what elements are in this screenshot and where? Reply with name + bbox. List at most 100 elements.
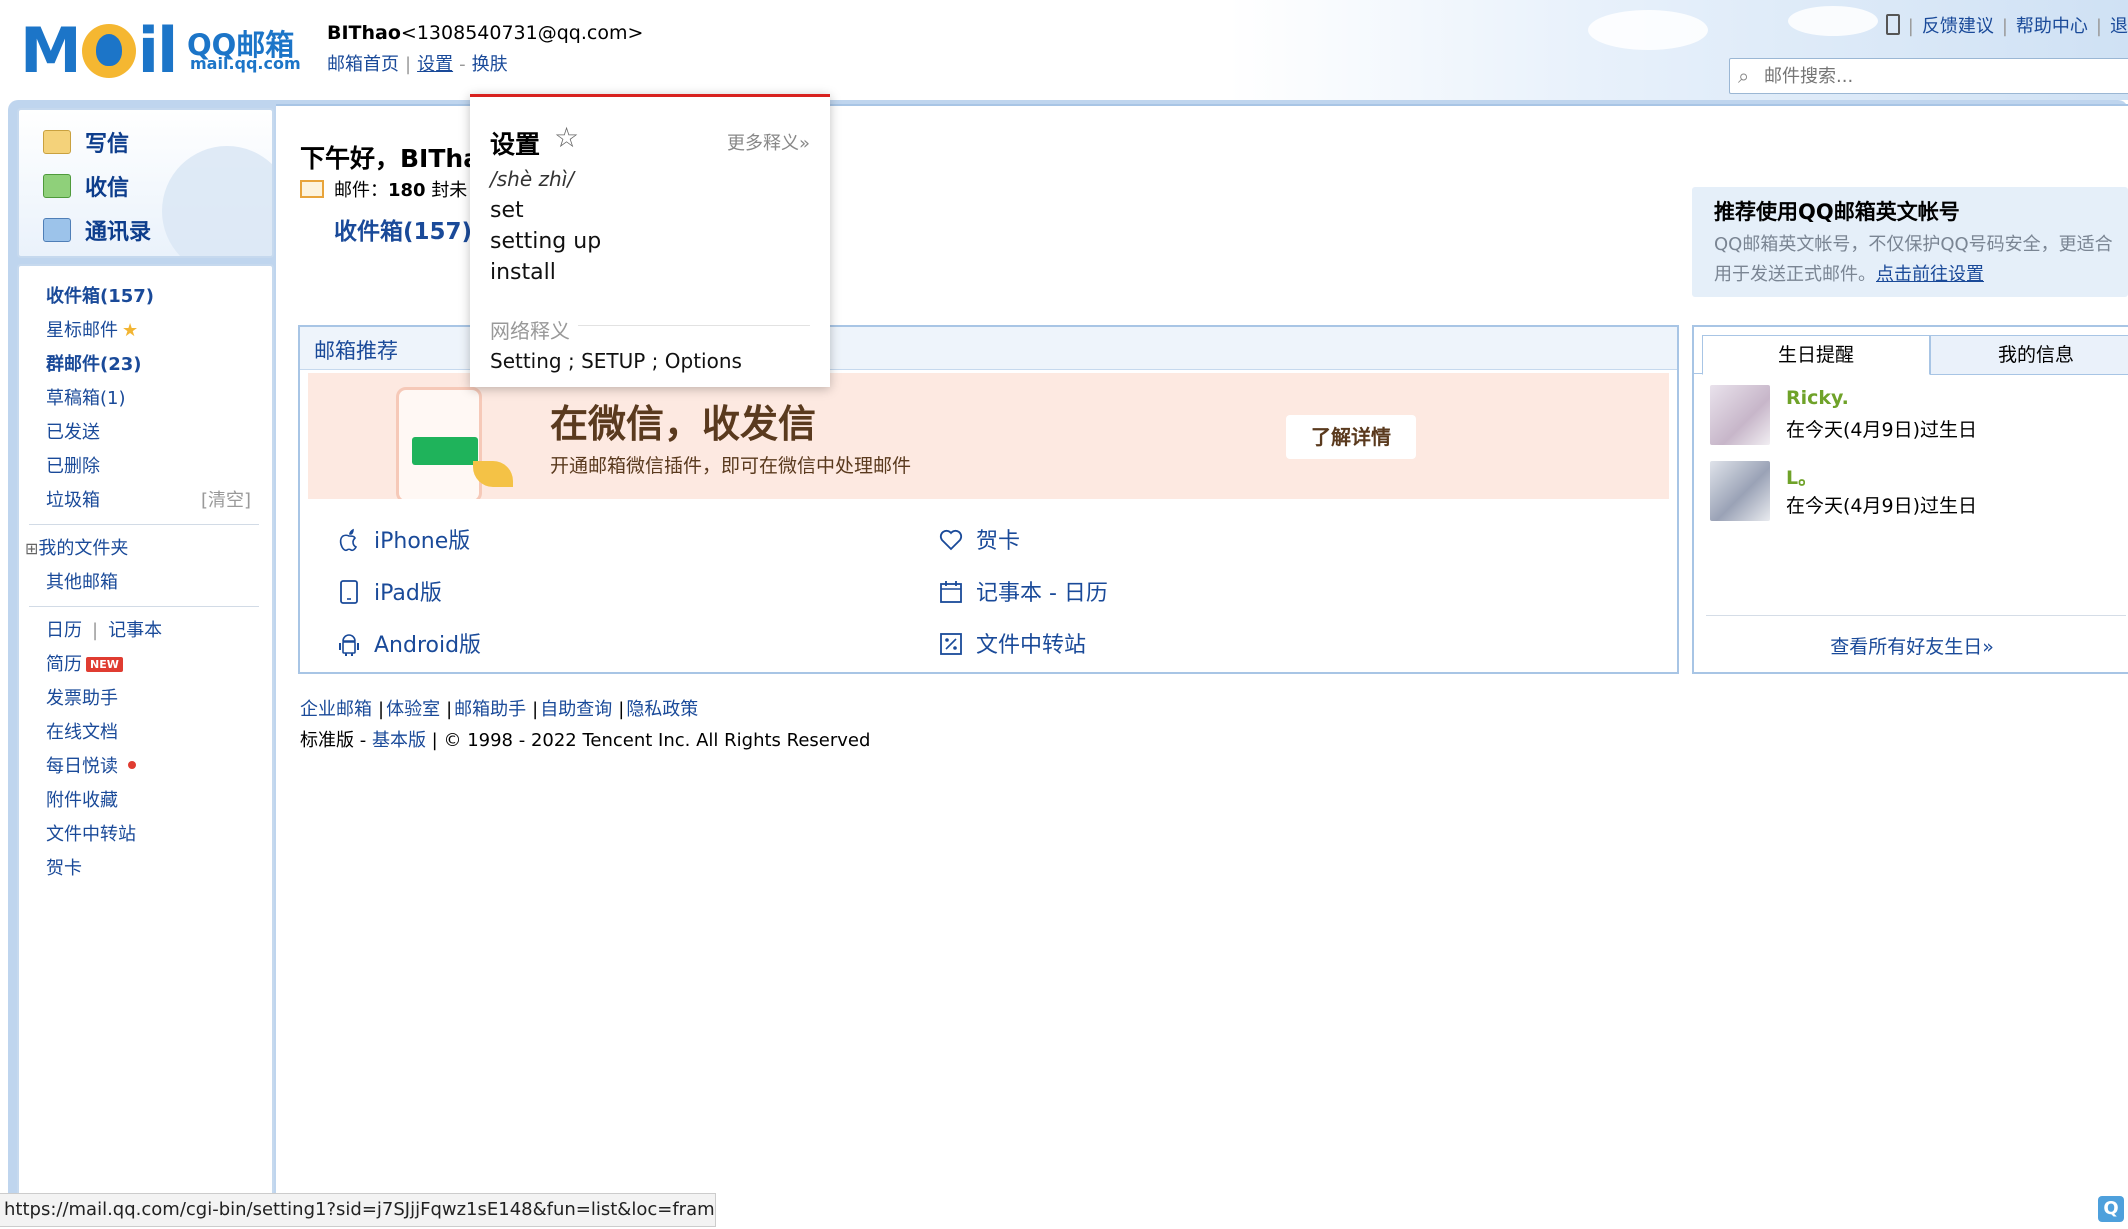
tool-daily-reading[interactable]: 每日悦读 <box>46 752 136 778</box>
tool-calendar[interactable]: 日历 <box>46 620 82 641</box>
folder-divider <box>29 606 259 607</box>
inbox-link[interactable]: 收件箱(157) <box>334 212 472 246</box>
compose-icon <box>43 130 71 154</box>
favorite-star-icon[interactable]: ☆ <box>554 121 579 154</box>
version-basic-link[interactable]: 基本版 <box>372 730 426 751</box>
logo-letters-il: il <box>137 14 178 87</box>
rec-file-transfer[interactable]: 文件中转站 <box>938 627 1086 659</box>
tool-daily-label: 每日悦读 <box>46 756 118 777</box>
rec-iphone[interactable]: iPhone版 <box>336 523 470 555</box>
logout-link[interactable]: 退 <box>2110 16 2128 37</box>
dict-web-definitions: Setting ; SETUP ; Options <box>490 349 742 373</box>
logo-bell-icon <box>81 24 136 78</box>
compose-label: 写信 <box>85 132 130 157</box>
view-all-birthdays-link[interactable]: 查看所有好友生日» <box>1694 632 2128 659</box>
dict-pinyin: /shè zhì/ <box>490 167 574 191</box>
wechat-banner[interactable]: 在微信，收发信 开通邮箱微信插件，即可在微信中处理邮件 了解详情 <box>308 373 1669 499</box>
friend-birthday-note: 在今天(4月9日)过生日 <box>1786 419 1978 441</box>
contacts-button[interactable]: 通讯录 <box>43 214 151 246</box>
phone-icon[interactable] <box>1885 14 1900 35</box>
tab-birthday[interactable]: 生日提醒 <box>1702 335 1930 375</box>
heart-icon <box>938 527 964 553</box>
logo[interactable]: Mil <box>20 14 178 87</box>
receive-button[interactable]: 收信 <box>43 170 129 202</box>
friend-name[interactable]: L。 <box>1786 463 1817 490</box>
folder-deleted[interactable]: 已删除 <box>46 452 100 478</box>
tool-attachments[interactable]: 附件收藏 <box>46 786 118 812</box>
footer-enterprise-link[interactable]: 企业邮箱 <box>300 699 372 720</box>
dictionary-popup: 设置 ☆ 更多释义» /shè zhì/ set setting up inst… <box>470 94 830 387</box>
avatar[interactable] <box>1710 461 1770 521</box>
dict-web-title: 网络释义 <box>490 315 578 344</box>
rec-ipad-label: iPad版 <box>374 581 442 606</box>
folder-list: 收件箱(157) 星标邮件 ★ 群邮件(23) 草稿箱(1) 已发送 已删除 垃圾… <box>17 264 274 1202</box>
tablet-icon <box>336 579 362 605</box>
folder-group[interactable]: 群邮件(23) <box>46 350 142 376</box>
folder-starred[interactable]: 星标邮件 ★ <box>46 316 138 342</box>
folder-other-mail[interactable]: 其他邮箱 <box>46 568 118 594</box>
footer-assistant-link[interactable]: 邮箱助手 <box>454 699 526 720</box>
rec-android[interactable]: Android版 <box>336 627 481 659</box>
apple-icon <box>336 527 362 553</box>
nav-mail-home[interactable]: 邮箱首页 <box>327 54 399 75</box>
folder-trash[interactable]: 垃圾箱 [清空] <box>46 486 261 512</box>
promo-description: QQ邮箱英文帐号，不仅保护QQ号码安全，更适合用于发送正式邮件。点击前往设置 <box>1714 230 2124 290</box>
tool-resume[interactable]: 简历 NEW <box>46 650 123 676</box>
tool-file-transfer[interactable]: 文件中转站 <box>46 820 136 846</box>
trash-clear-link[interactable]: [清空] <box>201 486 251 512</box>
rec-cards-label: 贺卡 <box>976 529 1021 554</box>
promo-settings-link[interactable]: 点击前往设置 <box>1876 264 1984 285</box>
footer-privacy-link[interactable]: 隐私政策 <box>626 699 698 720</box>
footer-links: 企业邮箱 | 体验室 | 邮箱助手 | 自助查询 | 隐私政策 <box>300 695 698 721</box>
message-illustration-icon <box>412 437 478 465</box>
folder-sent[interactable]: 已发送 <box>46 418 100 444</box>
search-icon[interactable]: ⌕ <box>1738 64 1749 88</box>
friend-name[interactable]: Ricky. <box>1786 387 1849 409</box>
receive-label: 收信 <box>85 176 130 201</box>
learn-more-button[interactable]: 了解详情 <box>1286 415 1416 459</box>
footer-separator: | <box>532 699 539 720</box>
tab-my-info[interactable]: 我的信息 <box>1930 335 2128 375</box>
user-email: <1308540731@qq.com> <box>400 22 644 44</box>
feedback-link[interactable]: 反馈建议 <box>1922 16 1994 37</box>
rec-cards[interactable]: 贺卡 <box>938 523 1020 555</box>
command-panel: 写信 收信 通讯录 <box>17 108 274 258</box>
nav-skin[interactable]: 换肤 <box>472 54 508 75</box>
footer-lab-link[interactable]: 体验室 <box>386 699 440 720</box>
tool-notes[interactable]: 记事本 <box>108 620 162 641</box>
unread-dot <box>128 761 136 769</box>
dict-definition: set <box>490 198 524 223</box>
folder-drafts[interactable]: 草稿箱(1) <box>46 384 126 410</box>
tool-invoice[interactable]: 发票助手 <box>46 684 118 710</box>
tools-calendar-notes: 日历 | 记事本 <box>46 616 162 642</box>
version-current: 标准版 <box>300 730 354 751</box>
expand-icon[interactable]: ⊞ <box>25 539 38 558</box>
user-name: BIThao <box>327 22 401 44</box>
tool-separator: | <box>92 620 99 641</box>
search-input[interactable] <box>1764 63 2128 89</box>
nav-separator: | <box>405 54 412 75</box>
contacts-icon <box>43 218 71 242</box>
friend-birthday-note: 在今天(4月9日)过生日 <box>1786 495 1978 517</box>
rec-notes-calendar[interactable]: 记事本 - 日历 <box>938 575 1108 607</box>
logo-url-text: mail.qq.com <box>190 54 301 73</box>
dict-more-link[interactable]: 更多释义» <box>727 129 810 155</box>
footer-selfhelp-link[interactable]: 自助查询 <box>540 699 612 720</box>
search-box[interactable]: ⌕ <box>1729 58 2128 94</box>
birthday-divider <box>1706 615 2126 616</box>
rec-ipad[interactable]: iPad版 <box>336 575 442 607</box>
help-center-link[interactable]: 帮助中心 <box>2016 16 2088 37</box>
header: Mil QQ邮箱 mail.qq.com BIThao<1308540731@q… <box>0 0 2128 100</box>
my-folders[interactable]: ⊞我的文件夹 <box>25 534 128 560</box>
folder-inbox[interactable]: 收件箱(157) <box>46 282 154 308</box>
tool-cards[interactable]: 贺卡 <box>46 854 82 880</box>
avatar[interactable] <box>1710 385 1770 445</box>
rec-iphone-label: iPhone版 <box>374 529 471 554</box>
receive-icon <box>43 174 71 198</box>
tool-docs[interactable]: 在线文档 <box>46 718 118 744</box>
calendar-icon <box>938 579 964 605</box>
nav-settings[interactable]: 设置 <box>417 54 453 75</box>
penguin-decoration-icon <box>162 146 272 256</box>
compose-button[interactable]: 写信 <box>43 126 129 158</box>
qq-corner-icon[interactable]: Q <box>2098 1196 2124 1222</box>
